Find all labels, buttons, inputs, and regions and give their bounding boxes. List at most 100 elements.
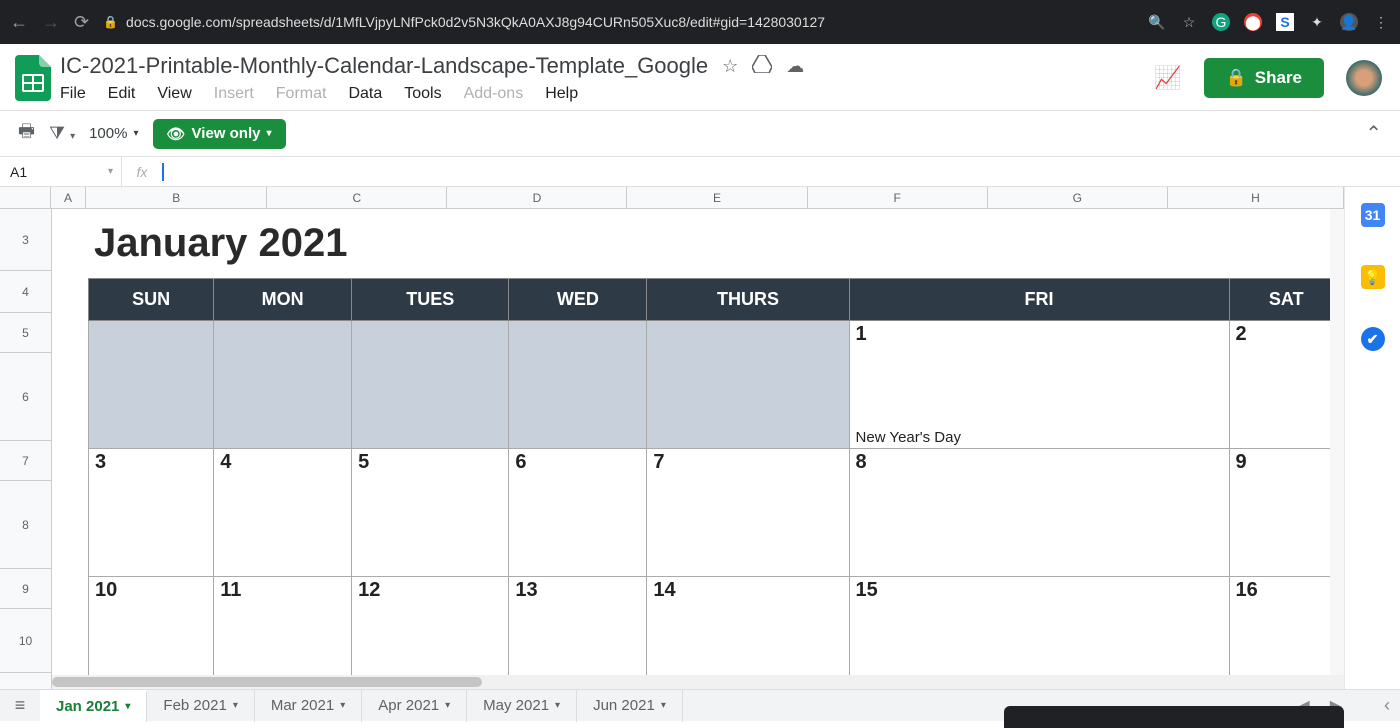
sheet-tab-mar[interactable]: Mar 2021▾ — [255, 690, 362, 722]
sheet-tab-jun[interactable]: Jun 2021▾ — [577, 690, 683, 722]
share-button[interactable]: 🔒 Share — [1204, 58, 1324, 98]
vertical-scrollbar[interactable] — [1330, 209, 1344, 675]
col-F[interactable]: F — [808, 187, 988, 208]
all-sheets-icon[interactable]: ≡ — [0, 695, 40, 716]
back-icon[interactable]: ← — [10, 12, 28, 33]
tasks-addon-icon[interactable]: ✔ — [1361, 327, 1385, 351]
reload-icon[interactable]: ⟳ — [74, 12, 89, 33]
cal-evt[interactable] — [89, 361, 214, 449]
keep-addon-icon[interactable]: 💡 — [1361, 265, 1385, 289]
view-only-button[interactable]: 👁 View only ▾ — [153, 119, 286, 149]
cal-evt[interactable] — [214, 489, 352, 577]
sheet-tab-may[interactable]: May 2021▾ — [467, 690, 577, 722]
collapse-toolbar-icon[interactable]: ⌃ — [1365, 121, 1382, 146]
row-8[interactable]: 8 — [0, 481, 51, 569]
activity-dashboard-icon[interactable]: 📈 — [1154, 65, 1181, 91]
cal-cell[interactable]: 11 — [214, 577, 352, 617]
row-3[interactable]: 3 — [0, 209, 51, 271]
col-D[interactable]: D — [447, 187, 627, 208]
menu-addons[interactable]: Add-ons — [464, 85, 524, 103]
menu-tools[interactable]: Tools — [404, 85, 441, 103]
account-avatar[interactable] — [1346, 60, 1382, 96]
col-H[interactable]: H — [1168, 187, 1344, 208]
cal-cell[interactable]: 2 — [1229, 321, 1344, 361]
select-all-corner[interactable] — [0, 187, 51, 208]
sheets-logo-icon[interactable] — [12, 52, 54, 104]
cal-evt[interactable]: New Year's Day — [849, 361, 1229, 449]
zoom-text-icon[interactable]: 🔍 — [1148, 13, 1166, 31]
sheet-area[interactable]: A B C D E F G H 3 4 5 6 7 8 9 10 January… — [0, 187, 1344, 689]
cal-cell[interactable]: 1 — [849, 321, 1229, 361]
zoom-dropdown[interactable]: 100% ▾ — [89, 125, 138, 142]
sheet-tab-feb[interactable]: Feb 2021▾ — [147, 690, 254, 722]
url-text[interactable]: docs.google.com/spreadsheets/d/1MfLVjpyL… — [126, 14, 825, 30]
cal-evt[interactable] — [214, 361, 352, 449]
name-box[interactable]: A1 — [0, 157, 122, 186]
browser-menu-icon[interactable]: ⋮ — [1372, 13, 1390, 31]
menu-format[interactable]: Format — [276, 85, 327, 103]
cal-cell[interactable]: 10 — [89, 577, 214, 617]
sheet-tab-jan[interactable]: Jan 2021▾ — [40, 690, 147, 722]
filter-icon[interactable]: ⧩ ▾ — [49, 123, 75, 144]
cal-cell[interactable]: 3 — [89, 449, 214, 489]
col-B[interactable]: B — [86, 187, 267, 208]
row-6[interactable]: 6 — [0, 353, 51, 441]
cal-cell[interactable] — [352, 321, 509, 361]
cal-cell[interactable]: 9 — [1229, 449, 1344, 489]
extension-2-icon[interactable]: ⬤ — [1244, 13, 1262, 31]
cal-cell[interactable]: 14 — [647, 577, 849, 617]
cal-cell[interactable] — [89, 321, 214, 361]
cal-cell[interactable]: 6 — [509, 449, 647, 489]
horizontal-scrollbar[interactable] — [52, 675, 1344, 689]
cal-evt[interactable] — [1229, 489, 1344, 577]
cal-evt[interactable] — [352, 361, 509, 449]
menu-file[interactable]: File — [60, 85, 86, 103]
cal-cell[interactable]: 4 — [214, 449, 352, 489]
cal-cell[interactable] — [647, 321, 849, 361]
extensions-puzzle-icon[interactable]: ✦ — [1308, 13, 1326, 31]
cal-cell[interactable]: 5 — [352, 449, 509, 489]
cal-evt[interactable] — [647, 489, 849, 577]
col-G[interactable]: G — [988, 187, 1168, 208]
col-C[interactable]: C — [267, 187, 447, 208]
cal-evt[interactable] — [509, 489, 647, 577]
extension-1-icon[interactable]: G — [1212, 13, 1230, 31]
row-5[interactable]: 5 — [0, 313, 51, 353]
row-4[interactable]: 4 — [0, 271, 51, 313]
menu-data[interactable]: Data — [348, 85, 382, 103]
star-icon[interactable]: ☆ — [1180, 13, 1198, 31]
cal-cell[interactable] — [214, 321, 352, 361]
forward-icon[interactable]: → — [42, 12, 60, 33]
row-10[interactable]: 10 — [0, 609, 51, 673]
cal-cell[interactable]: 7 — [647, 449, 849, 489]
menu-edit[interactable]: Edit — [108, 85, 136, 103]
extension-3-icon[interactable]: S — [1276, 13, 1294, 31]
cal-cell[interactable] — [509, 321, 647, 361]
cal-cell[interactable]: 8 — [849, 449, 1229, 489]
row-9[interactable]: 9 — [0, 569, 51, 609]
cal-cell[interactable]: 16 — [1229, 577, 1344, 617]
cal-evt[interactable] — [352, 489, 509, 577]
cal-evt[interactable] — [1229, 361, 1344, 449]
print-icon[interactable]: 🖶 — [18, 119, 35, 149]
sheet-tab-apr[interactable]: Apr 2021▾ — [362, 690, 467, 722]
menu-insert[interactable]: Insert — [214, 85, 254, 103]
formula-input[interactable] — [162, 163, 1400, 181]
cloud-status-icon[interactable]: ☁ — [786, 56, 804, 77]
cal-cell[interactable]: 12 — [352, 577, 509, 617]
cal-cell[interactable]: 13 — [509, 577, 647, 617]
calendar-addon-icon[interactable]: 31 — [1361, 203, 1385, 227]
cal-evt[interactable] — [89, 489, 214, 577]
menu-view[interactable]: View — [157, 85, 191, 103]
profile-avatar-icon[interactable]: 👤 — [1340, 13, 1358, 31]
cal-cell[interactable]: 15 — [849, 577, 1229, 617]
explore-chevron-icon[interactable]: ‹ — [1384, 695, 1390, 716]
col-A[interactable]: A — [51, 187, 86, 208]
drive-icon[interactable] — [752, 55, 772, 78]
cal-evt[interactable] — [849, 489, 1229, 577]
cal-evt[interactable] — [647, 361, 849, 449]
star-doc-icon[interactable]: ☆ — [722, 56, 738, 77]
document-title[interactable]: IC-2021-Printable-Monthly-Calendar-Lands… — [60, 53, 708, 79]
col-E[interactable]: E — [627, 187, 807, 208]
menu-help[interactable]: Help — [545, 85, 578, 103]
